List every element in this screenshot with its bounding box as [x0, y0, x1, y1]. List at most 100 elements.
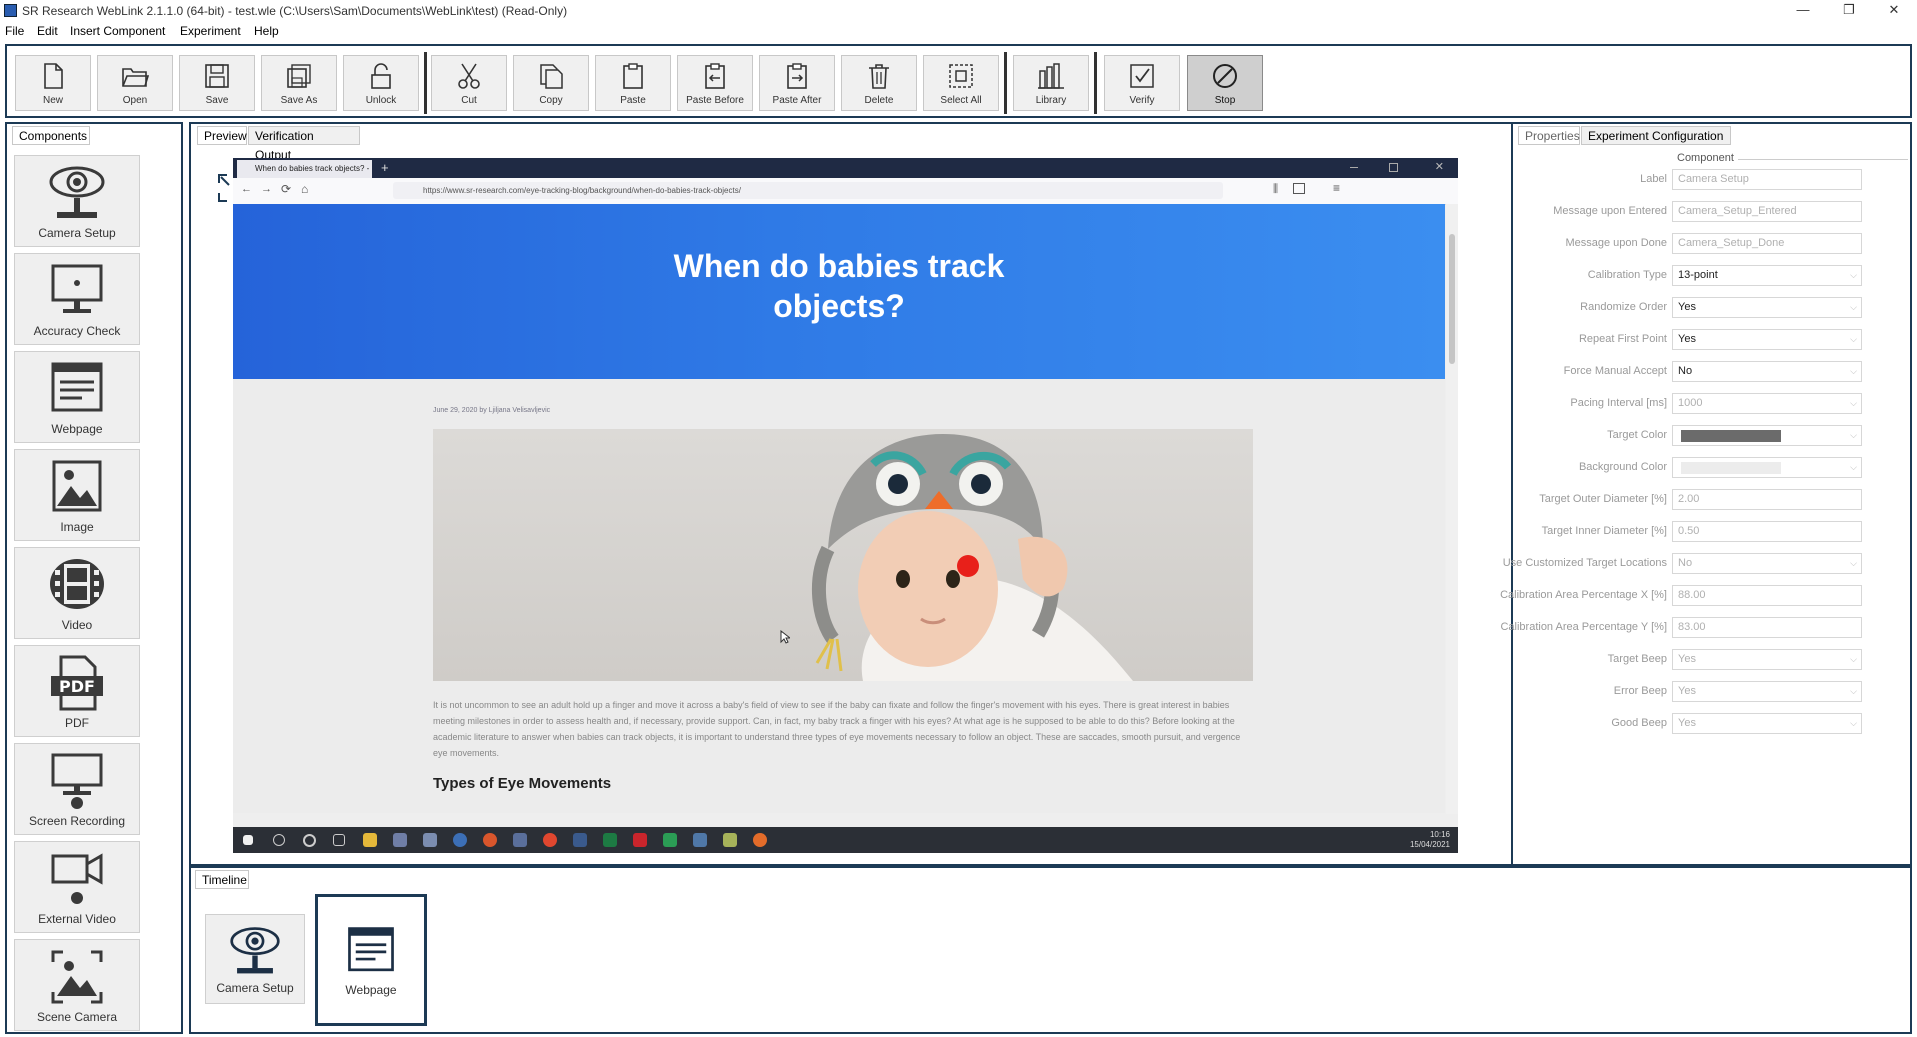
tool-icon[interactable] — [723, 833, 737, 847]
tab-timeline[interactable]: Timeline — [195, 870, 249, 889]
tab-experiment-configuration[interactable]: Experiment Configuration — [1581, 126, 1731, 145]
property-field[interactable]: Camera_Setup_Done — [1672, 233, 1862, 254]
unlock-button[interactable]: Unlock — [343, 55, 419, 111]
property-dropdown[interactable]: Yes ⌵ — [1672, 649, 1862, 670]
copy-button[interactable]: Copy — [513, 55, 589, 111]
firefox-icon[interactable] — [483, 833, 497, 847]
stop-button[interactable]: Stop — [1187, 55, 1263, 111]
file-explorer-icon[interactable] — [363, 833, 377, 847]
tab-verification-output[interactable]: Verification Output — [248, 126, 360, 162]
paste-before-button[interactable]: Paste Before — [677, 55, 753, 111]
chevron-down-icon: ⌵ — [1850, 270, 1857, 280]
browser-minimize-icon[interactable] — [1350, 167, 1358, 168]
library-button[interactable]: Library — [1013, 55, 1089, 111]
close-button[interactable]: ✕ — [1871, 0, 1917, 22]
property-field[interactable]: 0.50 — [1672, 521, 1862, 542]
app-icon[interactable] — [423, 833, 437, 847]
property-dropdown[interactable]: Yes ⌵ — [1672, 681, 1862, 702]
browser-taskbar-icon[interactable] — [753, 833, 767, 847]
property-label: Error Beep — [1613, 685, 1667, 697]
select-all-button[interactable]: Select All — [923, 55, 999, 111]
property-dropdown[interactable]: No ⌵ — [1672, 361, 1862, 382]
window-title: SR Research WebLink 2.1.1.0 (64-bit) - t… — [22, 4, 568, 18]
property-dropdown[interactable]: Yes ⌵ — [1672, 297, 1862, 318]
minimize-button[interactable]: — — [1780, 0, 1826, 22]
menu-experiment[interactable]: Experiment — [180, 24, 241, 38]
component-screen-recording[interactable]: Screen Recording — [14, 743, 140, 835]
property-dropdown[interactable]: 1000 ⌵ — [1672, 393, 1862, 414]
property-label: Message upon Entered — [1553, 205, 1667, 217]
save-button[interactable]: Save — [179, 55, 255, 111]
browser-close-icon[interactable]: ✕ — [1435, 160, 1444, 173]
property-value: Yes — [1678, 333, 1696, 345]
scrollbar-thumb[interactable] — [1449, 234, 1455, 364]
acrobat-icon[interactable] — [633, 833, 647, 847]
component-video[interactable]: Video — [14, 547, 140, 639]
sidebar-toggle-icon[interactable] — [1293, 183, 1305, 194]
delete-button[interactable]: Delete — [841, 55, 917, 111]
mail-icon[interactable] — [393, 833, 407, 847]
component-accuracy-check[interactable]: Accuracy Check — [14, 253, 140, 345]
property-field[interactable]: 88.00 — [1672, 585, 1862, 606]
tab-components[interactable]: Components — [12, 126, 90, 145]
library-toolbar-icon[interactable]: ⫼ — [1273, 183, 1278, 196]
chrome-icon[interactable] — [543, 833, 557, 847]
search-icon[interactable] — [273, 834, 285, 846]
forward-icon[interactable]: → — [261, 183, 272, 195]
menu-help[interactable]: Help — [254, 24, 279, 38]
start-icon[interactable] — [243, 835, 253, 845]
component-external-video[interactable]: External Video — [14, 841, 140, 933]
weblink-taskbar-icon[interactable] — [693, 833, 707, 847]
camera-app-icon[interactable] — [513, 833, 527, 847]
property-field[interactable]: 83.00 — [1672, 617, 1862, 638]
open-button[interactable]: Open — [97, 55, 173, 111]
group-divider — [1738, 159, 1908, 160]
property-field[interactable]: 2.00 — [1672, 489, 1862, 510]
tab-properties[interactable]: Properties — [1518, 126, 1580, 145]
component-camera-setup[interactable]: Camera Setup — [14, 155, 140, 247]
component-image[interactable]: Image — [14, 449, 140, 541]
timeline-item-camera-setup[interactable]: Camera Setup — [205, 914, 305, 1004]
webpage-preview[interactable]: When do babies track objects? - + ✕ ← → … — [233, 158, 1458, 853]
property-color-picker[interactable]: ⌵ — [1672, 457, 1862, 478]
terminal-icon[interactable] — [573, 833, 587, 847]
menu-edit[interactable]: Edit — [37, 24, 58, 38]
property-dropdown[interactable]: Yes ⌵ — [1672, 713, 1862, 734]
property-field[interactable]: Camera Setup — [1672, 169, 1862, 190]
verify-button[interactable]: Verify — [1104, 55, 1180, 111]
task-view-icon[interactable] — [333, 834, 345, 846]
paste-after-button[interactable]: Paste After — [759, 55, 835, 111]
timeline-item-webpage[interactable]: Webpage — [315, 894, 427, 1026]
home-icon[interactable]: ⌂ — [301, 182, 308, 196]
excel-icon[interactable] — [603, 833, 617, 847]
new-tab-button[interactable]: + — [381, 160, 389, 175]
tab-preview[interactable]: Preview — [197, 126, 247, 145]
url-field[interactable]: https://www.sr-research.com/eye-tracking… — [393, 182, 1223, 199]
back-icon[interactable]: ← — [241, 183, 252, 195]
cut-button[interactable]: Cut — [431, 55, 507, 111]
property-row: Label Camera Setup — [1517, 169, 1862, 191]
browser-tab[interactable]: When do babies track objects? - — [237, 160, 372, 178]
property-dropdown[interactable]: Yes ⌵ — [1672, 329, 1862, 350]
property-dropdown[interactable]: 13-point ⌵ — [1672, 265, 1862, 286]
green-app-icon[interactable] — [663, 833, 677, 847]
property-color-picker[interactable]: ⌵ — [1672, 425, 1862, 446]
cortana-icon[interactable] — [303, 834, 316, 847]
restore-button[interactable]: ❐ — [1826, 0, 1872, 22]
menu-icon[interactable]: ≡ — [1333, 181, 1340, 195]
menu-file[interactable]: File — [5, 24, 24, 38]
component-scene-camera[interactable]: Scene Camera — [14, 939, 140, 1031]
menu-insert-component[interactable]: Insert Component — [70, 24, 165, 38]
property-label: Target Color — [1607, 429, 1667, 441]
property-field[interactable]: Camera_Setup_Entered — [1672, 201, 1862, 222]
component-webpage[interactable]: Webpage — [14, 351, 140, 443]
property-dropdown[interactable]: No ⌵ — [1672, 553, 1862, 574]
page-scrollbar[interactable] — [1446, 204, 1458, 814]
reload-icon[interactable]: ⟳ — [281, 182, 291, 196]
save-as-button[interactable]: Save As — [261, 55, 337, 111]
component-pdf[interactable]: PDF PDF — [14, 645, 140, 737]
eye-app-icon[interactable] — [453, 833, 467, 847]
browser-restore-icon[interactable] — [1389, 163, 1398, 172]
new-button[interactable]: New — [15, 55, 91, 111]
paste-button[interactable]: Paste — [595, 55, 671, 111]
